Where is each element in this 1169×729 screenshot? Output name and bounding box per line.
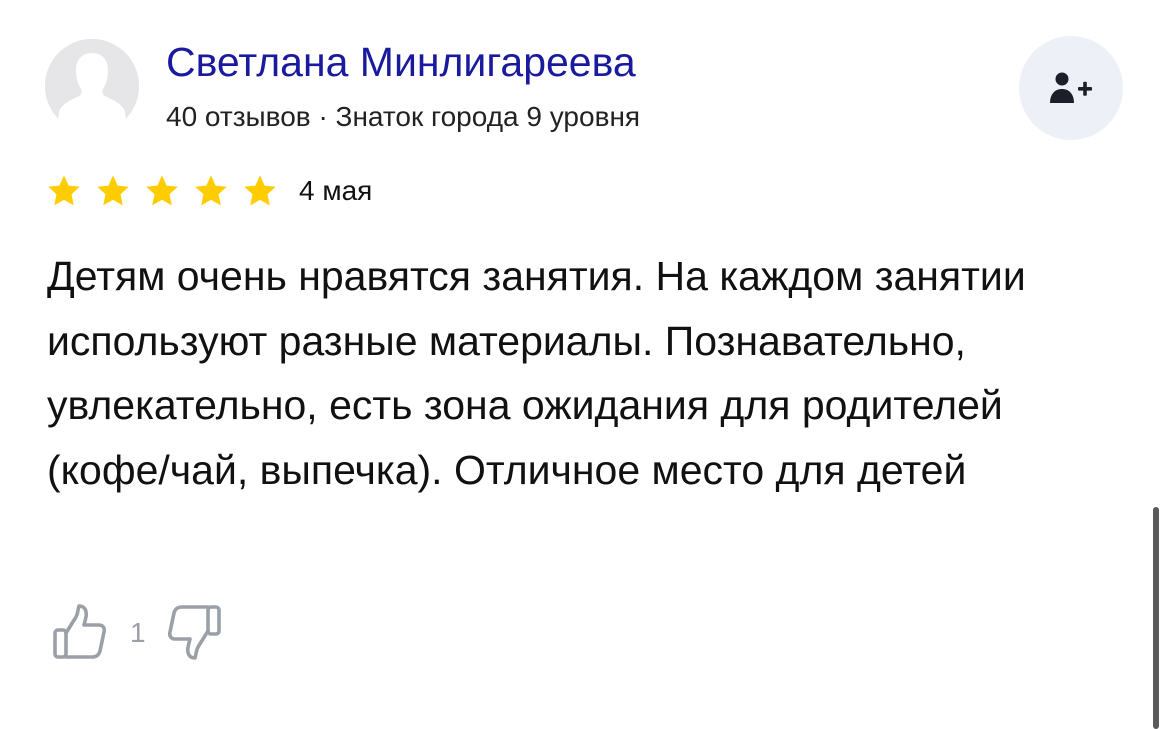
review-date: 4 мая [299, 175, 373, 206]
like-button[interactable] [52, 603, 108, 664]
author-meta: 40 отзывов · Знаток города 9 уровня [166, 101, 641, 132]
author-name[interactable]: Светлана Минлигареева [166, 36, 636, 88]
star-icon [48, 175, 80, 206]
like-count: 1 [130, 617, 146, 648]
star-icon [97, 175, 129, 206]
star-icon [195, 175, 227, 206]
avatar[interactable] [45, 39, 139, 133]
review-text: Детям очень нравятся занятия. На каждом … [47, 253, 1026, 493]
scrollbar[interactable] [1153, 507, 1159, 729]
dislike-button[interactable] [166, 603, 222, 664]
star-rating [46, 171, 291, 211]
star-icon [244, 175, 276, 206]
subscribe-button[interactable] [1019, 36, 1123, 140]
review-reactions: 1 [52, 601, 222, 665]
thumbs-down-icon [167, 604, 221, 660]
star-icon [146, 175, 178, 206]
thumbs-up-icon [53, 603, 107, 659]
add-person-icon [1050, 72, 1092, 103]
default-user-avatar-icon [45, 39, 139, 133]
